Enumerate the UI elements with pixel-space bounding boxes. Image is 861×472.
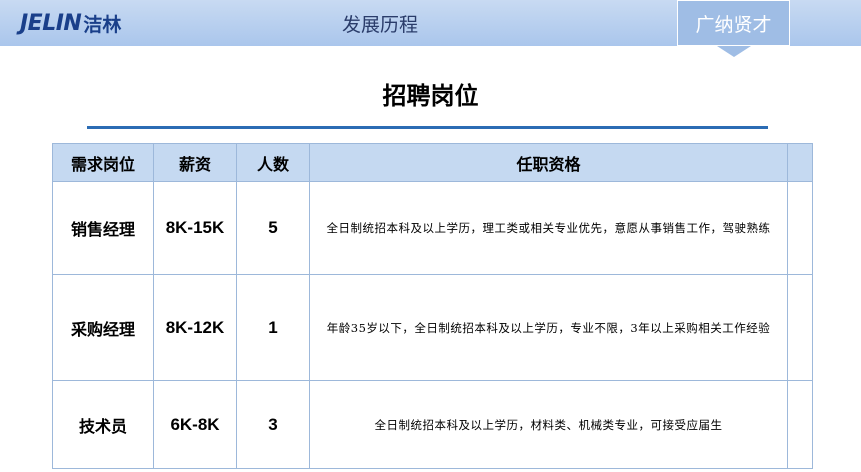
column-header-count: 人数 [236, 143, 310, 182]
cell-requirements: 年龄35岁以下，全日制统招本科及以上学历，专业不限，3年以上采购相关工作经验 [309, 274, 788, 381]
column-header-position: 需求岗位 [52, 143, 154, 182]
logo-latin-text: JELIN [20, 10, 82, 36]
title-underline [87, 126, 768, 129]
page-title: 招聘岗位 [382, 81, 479, 110]
cell-blank [787, 181, 813, 275]
cell-position: 采购经理 [52, 274, 154, 381]
column-header-requirements: 任职资格 [309, 143, 788, 182]
table-header-row: 需求岗位 薪资 人数 任职资格 [52, 143, 813, 182]
logo-cjk-text: 洁林 [83, 13, 122, 36]
cell-salary: 8K-12K [153, 274, 237, 381]
nav-item-history[interactable]: 发展历程 [300, 0, 460, 46]
table-row: 销售经理 8K-15K 5 全日制统招本科及以上学历，理工类或相关专业优先，意愿… [52, 181, 813, 275]
cell-count: 1 [236, 274, 310, 381]
cell-position: 技术员 [52, 380, 154, 469]
nav-item-talent[interactable]: 广纳贤才 [677, 0, 790, 46]
top-nav-bar: JELIN 洁林 发展历程 广纳贤才 [0, 0, 861, 46]
column-header-blank [787, 143, 813, 182]
active-nav-indicator [717, 46, 751, 57]
cell-requirements: 全日制统招本科及以上学历，材料类、机械类专业，可接受应届生 [309, 380, 788, 469]
cell-count: 3 [236, 380, 310, 469]
table-row: 技术员 6K-8K 3 全日制统招本科及以上学历，材料类、机械类专业，可接受应届… [52, 380, 813, 469]
cell-salary: 8K-15K [153, 181, 237, 275]
cell-blank [787, 380, 813, 469]
job-table: 需求岗位 薪资 人数 任职资格 销售经理 8K-15K 5 全日制统招本科及以上… [52, 143, 813, 469]
cell-position: 销售经理 [52, 181, 154, 275]
cell-requirements: 全日制统招本科及以上学历，理工类或相关专业优先，意愿从事销售工作，驾驶熟练 [309, 181, 788, 275]
cell-count: 5 [236, 181, 310, 275]
cell-blank [787, 274, 813, 381]
cell-salary: 6K-8K [153, 380, 237, 469]
logo[interactable]: JELIN 洁林 [20, 10, 121, 36]
table-row: 采购经理 8K-12K 1 年龄35岁以下，全日制统招本科及以上学历，专业不限，… [52, 274, 813, 381]
column-header-salary: 薪资 [153, 143, 237, 182]
